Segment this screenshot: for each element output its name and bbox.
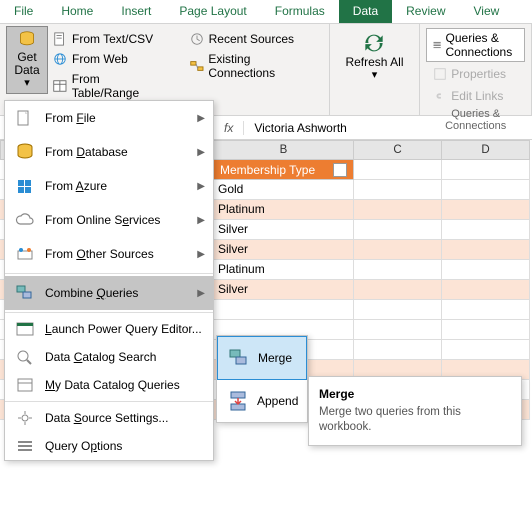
refresh-icon	[361, 30, 387, 56]
menu-launch-pq-editor[interactable]: Launch Power Query Editor...	[5, 315, 213, 343]
globe-icon	[52, 52, 68, 66]
properties-button: Properties	[426, 64, 525, 84]
menu-from-azure[interactable]: From Azure▶	[5, 169, 213, 203]
col-header-d[interactable]: D	[442, 140, 530, 160]
menu-query-options[interactable]: Query Options	[5, 432, 213, 460]
cell-membership[interactable]: Silver	[214, 220, 354, 240]
cell-membership[interactable]: Silver	[214, 280, 354, 300]
from-table-range[interactable]: From Table/Range	[48, 70, 173, 102]
menu-from-file[interactable]: From File▶	[5, 101, 213, 135]
from-web[interactable]: From Web	[48, 50, 173, 68]
tab-review[interactable]: Review	[392, 0, 459, 23]
menu-from-database[interactable]: From Database▶	[5, 135, 213, 169]
from-text-csv[interactable]: From Text/CSV	[48, 30, 173, 48]
append-icon	[227, 390, 249, 412]
file-icon	[15, 109, 35, 127]
chevron-right-icon: ▶	[197, 181, 205, 192]
combine-queries-submenu: Merge Append	[216, 335, 308, 423]
tab-view[interactable]: View	[460, 0, 514, 23]
text-file-icon	[52, 32, 68, 46]
menu-combine-queries[interactable]: Combine Queries▶	[5, 276, 213, 310]
menu-from-online-services[interactable]: From Online Services▶	[5, 203, 213, 237]
tab-page-layout[interactable]: Page Layout	[165, 0, 260, 23]
other-sources-icon	[15, 245, 35, 263]
cell-membership[interactable]: Platinum	[214, 260, 354, 280]
existing-connections[interactable]: Existing Connections	[185, 50, 323, 82]
submenu-append[interactable]: Append	[217, 380, 307, 422]
cloud-icon	[15, 211, 35, 229]
list-icon	[433, 38, 441, 52]
azure-icon	[15, 177, 35, 195]
get-data-button[interactable]: Get Data ▾	[6, 26, 48, 94]
refresh-all-button[interactable]: Refresh All ▾	[336, 26, 414, 85]
merge-icon	[228, 347, 250, 369]
cell-membership[interactable]: Silver	[214, 240, 354, 260]
menu-my-data-catalog[interactable]: My Data Catalog Queries	[5, 371, 213, 399]
tooltip-title: Merge	[319, 387, 511, 401]
cell-membership[interactable]	[214, 300, 354, 320]
chevron-right-icon: ▶	[197, 147, 205, 158]
ribbon-tabs: File Home Insert Page Layout Formulas Da…	[0, 0, 532, 24]
submenu-merge[interactable]: Merge	[217, 336, 307, 380]
combine-icon	[15, 284, 35, 302]
tab-insert[interactable]: Insert	[107, 0, 165, 23]
cell-membership[interactable]: Platinum	[214, 200, 354, 220]
options-icon	[15, 437, 35, 455]
cell-membership[interactable]: Gold	[214, 180, 354, 200]
recent-sources[interactable]: Recent Sources	[185, 30, 323, 48]
tooltip-merge: Merge Merge two queries from this workbo…	[308, 376, 522, 446]
database-icon	[15, 143, 35, 161]
col-header-b[interactable]: B	[214, 140, 354, 160]
menu-from-other-sources[interactable]: From Other Sources▶	[5, 237, 213, 271]
col-header-c[interactable]: C	[354, 140, 442, 160]
settings-icon	[15, 409, 35, 427]
editor-icon	[15, 320, 35, 338]
edit-links-button: Edit Links	[426, 86, 525, 106]
chevron-right-icon: ▶	[197, 215, 205, 226]
queries-connections-button[interactable]: Queries & Connections	[426, 28, 525, 62]
chevron-right-icon: ▶	[197, 113, 205, 124]
menu-data-catalog-search[interactable]: Data Catalog Search	[5, 343, 213, 371]
chevron-right-icon: ▶	[197, 288, 205, 299]
link-icon	[433, 89, 447, 103]
database-icon	[15, 31, 39, 49]
recent-icon	[189, 32, 205, 46]
menu-data-source-settings[interactable]: Data Source Settings...	[5, 404, 213, 432]
catalog-icon	[15, 376, 35, 394]
chevron-right-icon: ▶	[197, 249, 205, 260]
table-icon	[52, 79, 68, 93]
connection-icon	[189, 59, 205, 73]
tab-file[interactable]: File	[0, 0, 47, 23]
filter-dropdown-icon[interactable]: ▾	[333, 163, 347, 177]
tab-formulas[interactable]: Formulas	[261, 0, 339, 23]
tab-data[interactable]: Data	[339, 0, 392, 23]
tooltip-body: Merge two queries from this workbook.	[319, 405, 511, 435]
get-data-menu: From File▶ From Database▶ From Azure▶ Fr…	[4, 100, 214, 461]
properties-icon	[433, 67, 447, 81]
formula-value[interactable]: Victoria Ashworth	[244, 121, 532, 135]
table-header-membership[interactable]: Membership Type ▾	[214, 160, 354, 180]
search-icon	[15, 348, 35, 366]
tab-home[interactable]: Home	[47, 0, 107, 23]
fx-label[interactable]: fx	[214, 121, 244, 135]
